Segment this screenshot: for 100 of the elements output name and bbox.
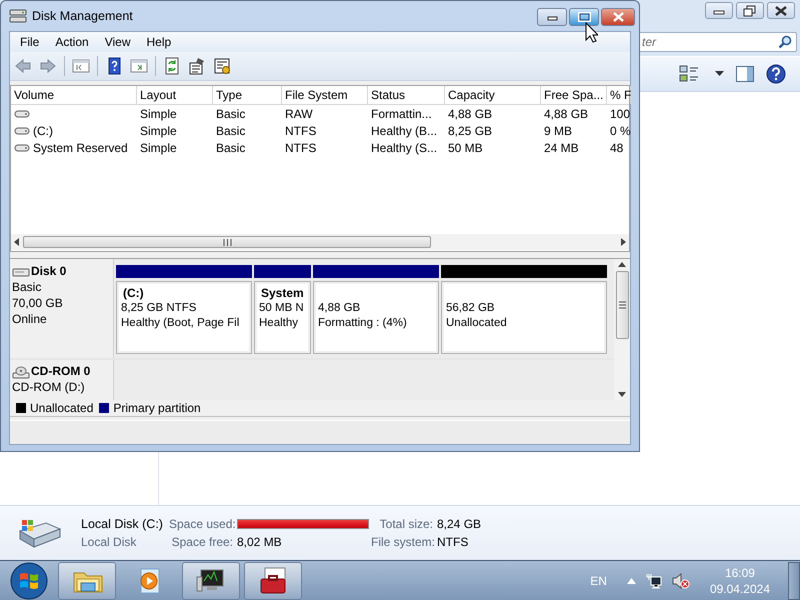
up-arrow-icon <box>618 262 626 267</box>
partition-name: (C:) <box>122 286 145 301</box>
column-header[interactable]: Type <box>213 86 282 104</box>
close-icon <box>774 4 788 16</box>
space-free-value: 8,02 MB <box>237 535 283 549</box>
drive-type: Local Disk <box>81 535 138 549</box>
menu-item[interactable]: File <box>12 35 48 49</box>
muted-speaker-icon[interactable] <box>672 572 690 588</box>
grip-icon <box>222 238 232 246</box>
file-system-value: NTFS <box>437 535 470 549</box>
minimize-button[interactable] <box>705 2 733 19</box>
preview-pane-icon[interactable] <box>736 66 754 82</box>
table-cell-text: Basic <box>215 122 246 139</box>
close-button[interactable] <box>767 2 795 19</box>
search-field[interactable]: ter <box>640 32 797 52</box>
column-header[interactable]: Status <box>368 86 445 104</box>
partition-block[interactable]: (C:) 8,25 GB NTFS Healthy (Boot, Page Fil <box>116 281 252 354</box>
scrollbar-thumb[interactable] <box>616 271 628 339</box>
refresh-icon <box>163 57 181 75</box>
table-cell-text: 100 <box>609 106 631 122</box>
partition-detail: 4,88 GB <box>318 301 362 316</box>
table-cell-text: 24 MB <box>543 140 580 156</box>
partition-detail: 8,25 GB NTFS <box>121 301 198 316</box>
maximize-button[interactable] <box>569 8 599 26</box>
table-cell-text: Healthy (S... <box>370 140 438 156</box>
partition-block[interactable]: System 50 MB N Healthy <box>254 281 311 354</box>
disk-detail: Basic <box>12 280 42 295</box>
partition-detail: Healthy <box>259 316 299 331</box>
table-cell-text: 8,25 GB <box>447 122 494 139</box>
clock-date: 09.04.2024 <box>710 580 770 596</box>
maximize-icon <box>576 11 592 23</box>
partition-block[interactable]: 56,82 GB Unallocated <box>441 281 607 354</box>
table-cell-text: RAW <box>284 106 314 122</box>
table-cell-text: Formattin... <box>370 106 433 122</box>
taskbar-app-button[interactable] <box>244 562 302 600</box>
forward-arrow-icon <box>39 57 57 75</box>
total-size-label: Total size: <box>378 517 433 531</box>
console-tree-icon <box>72 57 90 75</box>
table-cell-text: 4,88 GB <box>543 106 590 122</box>
disk-detail: 70,00 GB <box>12 296 64 311</box>
right-arrow-icon <box>621 238 626 246</box>
partition-detail: Formatting : (4%) <box>318 316 408 331</box>
drive-icon <box>14 142 30 154</box>
partition-block[interactable]: 4,88 GB Formatting : (4%) <box>313 281 439 354</box>
space-used-label: Space used: <box>169 517 233 531</box>
action-pane-icon <box>130 57 148 75</box>
grip-icon <box>618 301 626 309</box>
column-header[interactable]: Layout <box>137 86 213 104</box>
column-header[interactable]: % F <box>607 86 631 104</box>
show-desktop-button[interactable] <box>788 562 800 600</box>
legend-label: Unallocated <box>30 401 94 415</box>
restore-button[interactable] <box>736 2 764 19</box>
partition-name: System <box>260 286 305 301</box>
caret-icon[interactable] <box>715 71 724 77</box>
table-cell: (C:) <box>33 124 53 138</box>
menu-item[interactable]: View <box>96 35 138 49</box>
column-header[interactable]: File System <box>282 86 368 104</box>
clock-time: 16:09 <box>724 564 755 580</box>
column-header[interactable]: Free Spa... <box>541 86 607 104</box>
space-free-label: Space free: <box>170 535 233 549</box>
table-cell-text: 4,88 GB <box>447 106 494 122</box>
down-arrow-icon <box>618 392 626 397</box>
table-cell-text: 0 % <box>609 122 631 139</box>
table-cell-text: Simple <box>139 122 178 139</box>
legend-label: Primary partition <box>113 401 201 415</box>
horizontal-scrollbar[interactable] <box>11 234 629 250</box>
disk-name: Disk 0 <box>31 264 66 279</box>
table-cell-text: NTFS <box>284 140 318 156</box>
table-cell-text: 9 MB <box>543 122 574 139</box>
disk-name: CD-ROM 0 <box>31 364 90 379</box>
column-header[interactable]: Volume <box>11 86 137 104</box>
drive-name: Local Disk (C:) <box>81 517 164 531</box>
table-cell-text: Healthy (B... <box>370 122 438 139</box>
properties-icon <box>188 57 206 75</box>
table-cell-text: Simple <box>139 106 178 122</box>
disk-management-icon <box>9 8 27 24</box>
vertical-scrollbar[interactable] <box>614 259 630 400</box>
minimize-button[interactable] <box>537 8 567 26</box>
help-icon[interactable] <box>766 64 786 84</box>
menu-item[interactable]: Action <box>47 35 97 49</box>
close-button[interactable] <box>601 8 635 26</box>
window-title: Disk Management <box>32 9 134 23</box>
taskbar-app-button[interactable] <box>182 562 240 600</box>
table-cell-text: Simple <box>139 140 178 156</box>
partition-detail: 56,82 GB <box>446 301 496 316</box>
table-cell-text: Basic <box>215 106 246 122</box>
table-cell-text: 48 <box>609 140 624 156</box>
menu-item[interactable]: Help <box>138 35 180 49</box>
mouse-pointer-icon <box>585 22 598 43</box>
table-cell-text: 50 MB <box>447 140 484 156</box>
column-header[interactable]: Capacity <box>445 86 541 104</box>
close-icon <box>610 11 626 23</box>
scrollbar-thumb[interactable] <box>23 236 431 248</box>
settings-icon <box>213 57 231 75</box>
network-icon[interactable] <box>646 572 662 588</box>
partition-detail: Healthy (Boot, Page Fil <box>121 316 240 331</box>
windows-logo-icon <box>10 562 48 600</box>
restore-icon <box>743 4 757 16</box>
table-cell: System Reserved <box>33 140 128 154</box>
table-cell-text: Basic <box>215 140 246 156</box>
